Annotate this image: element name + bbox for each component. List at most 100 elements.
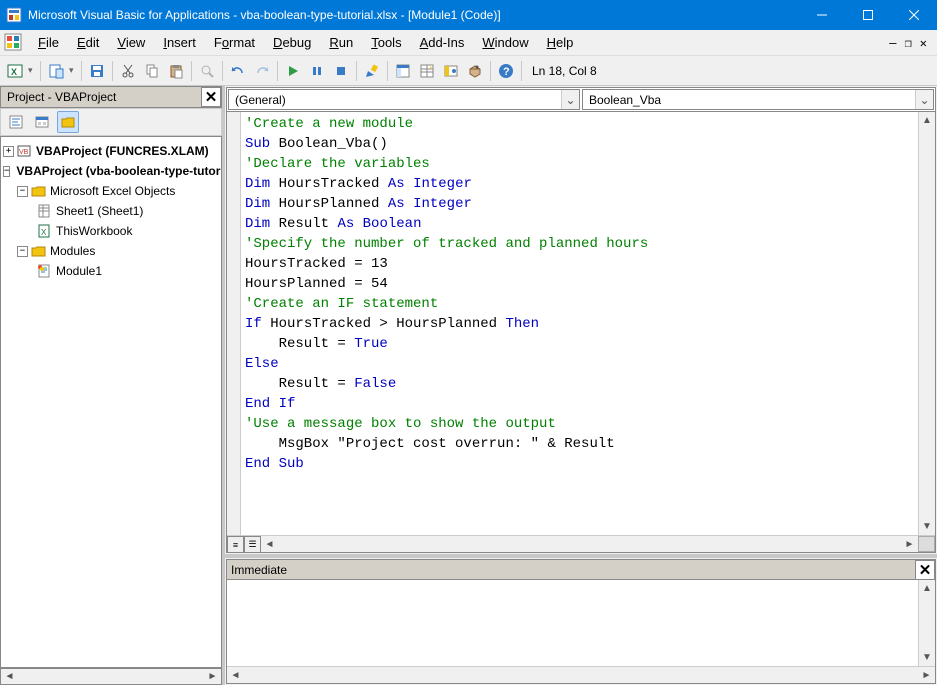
break-button[interactable] (306, 60, 328, 82)
undo-button[interactable] (227, 60, 249, 82)
object-selector[interactable]: (General) ⌄ (228, 89, 580, 110)
view-code-button[interactable] (5, 111, 27, 133)
save-button[interactable] (86, 60, 108, 82)
insert-module-button[interactable] (45, 60, 67, 82)
immediate-window: Immediate ✕ ▲ ▼ ◄ ► (226, 559, 936, 684)
mdi-close-button[interactable]: ✕ (920, 36, 927, 50)
code-editor[interactable]: 'Create a new module Sub Boolean_Vba() '… (241, 112, 918, 535)
design-mode-button[interactable] (361, 60, 383, 82)
mdi-area: (General) ⌄ Boolean_Vba ⌄ 'Create a new … (225, 86, 937, 685)
scroll-right-icon[interactable]: ► (204, 671, 221, 682)
view-object-button[interactable] (31, 111, 53, 133)
collapse-icon[interactable]: − (17, 186, 28, 197)
tree-node-funcres[interactable]: + VB VBAProject (FUNCRES.XLAM) (3, 141, 219, 161)
immediate-v-scrollbar[interactable]: ▲ ▼ (918, 580, 935, 666)
tree-node-vba-boolean[interactable]: − VB VBAProject (vba-boolean-type-tutori… (3, 161, 219, 181)
tree-node-sheet1[interactable]: Sheet1 (Sheet1) (3, 201, 219, 221)
title-bar: Microsoft Visual Basic for Applications … (0, 0, 937, 30)
toggle-folders-button[interactable] (57, 111, 79, 133)
menu-debug[interactable]: Debug (265, 33, 319, 52)
dropdown-icon[interactable]: ▾ (69, 65, 77, 76)
procedure-selector[interactable]: Boolean_Vba ⌄ (582, 89, 934, 110)
folder-icon (31, 244, 47, 258)
menu-insert[interactable]: Insert (155, 33, 204, 52)
scroll-up-icon[interactable]: ▲ (919, 112, 935, 129)
tree-node-modules[interactable]: − Modules (3, 241, 219, 261)
cursor-position-status: Ln 18, Col 8 (532, 64, 597, 78)
paste-button[interactable] (165, 60, 187, 82)
cut-button[interactable] (117, 60, 139, 82)
menu-bar: FileEditViewInsertFormatDebugRunToolsAdd… (0, 30, 937, 56)
properties-button[interactable] (416, 60, 438, 82)
run-button[interactable] (282, 60, 304, 82)
menu-run[interactable]: Run (321, 33, 361, 52)
tree-label: Module1 (56, 262, 102, 280)
dropdown-icon[interactable]: ▾ (28, 65, 36, 76)
tree-node-thisworkbook[interactable]: X ThisWorkbook (3, 221, 219, 241)
vba-app-icon (6, 7, 22, 23)
mdi-minimize-button[interactable]: — (889, 36, 896, 50)
help-button[interactable]: ? (495, 60, 517, 82)
tree-label: Microsoft Excel Objects (50, 182, 175, 200)
scroll-right-icon[interactable]: ► (918, 667, 935, 683)
maximize-button[interactable] (845, 0, 891, 30)
scroll-right-icon[interactable]: ► (901, 536, 918, 552)
scroll-down-icon[interactable]: ▼ (919, 649, 935, 666)
find-button[interactable] (196, 60, 218, 82)
reset-button[interactable] (330, 60, 352, 82)
folder-icon (31, 184, 47, 198)
menu-file[interactable]: File (30, 33, 67, 52)
menu-help[interactable]: Help (539, 33, 582, 52)
menu-window[interactable]: Window (474, 33, 536, 52)
menu-format[interactable]: Format (206, 33, 263, 52)
project-explorer-title: Project - VBAProject ✕ (0, 86, 222, 108)
view-excel-button[interactable]: X (4, 60, 26, 82)
code-body: 'Create a new module Sub Boolean_Vba() '… (227, 112, 935, 535)
chevron-down-icon[interactable]: ⌄ (561, 90, 579, 109)
immediate-close-button[interactable]: ✕ (915, 560, 935, 580)
full-module-view-button[interactable]: ☰ (244, 536, 261, 553)
workspace: Project - VBAProject ✕ + VB VBAProject (… (0, 86, 937, 685)
project-explorer-close-button[interactable]: ✕ (201, 87, 221, 107)
horizontal-splitter[interactable] (225, 554, 937, 558)
worksheet-icon (37, 204, 53, 218)
minimize-button[interactable] (799, 0, 845, 30)
chevron-down-icon[interactable]: ⌄ (915, 90, 933, 109)
menu-tools[interactable]: Tools (363, 33, 409, 52)
mdi-restore-button[interactable]: ❐ (905, 36, 912, 50)
main-toolbar: X ▾ ▾ ? Ln 18, Col 8 (0, 56, 937, 86)
redo-button[interactable] (251, 60, 273, 82)
code-window: (General) ⌄ Boolean_Vba ⌄ 'Create a new … (226, 87, 936, 553)
collapse-icon[interactable]: − (3, 166, 10, 177)
scroll-left-icon[interactable]: ◄ (1, 671, 18, 682)
expand-icon[interactable]: + (3, 146, 14, 157)
scroll-up-icon[interactable]: ▲ (919, 580, 935, 597)
project-h-scrollbar[interactable]: ◄ ► (0, 668, 222, 685)
object-browser-button[interactable] (440, 60, 462, 82)
project-tree[interactable]: + VB VBAProject (FUNCRES.XLAM) − VB VBAP… (0, 136, 222, 668)
project-explorer-button[interactable] (392, 60, 414, 82)
code-v-scrollbar[interactable]: ▲ ▼ (918, 112, 935, 535)
scroll-down-icon[interactable]: ▼ (919, 518, 935, 535)
collapse-icon[interactable]: − (17, 246, 28, 257)
scroll-left-icon[interactable]: ◄ (227, 667, 244, 683)
procedure-view-button[interactable]: ≡ (227, 536, 244, 553)
tree-node-module1[interactable]: Module1 (3, 261, 219, 281)
scroll-corner (918, 536, 935, 552)
tree-node-excel-objects[interactable]: − Microsoft Excel Objects (3, 181, 219, 201)
close-button[interactable] (891, 0, 937, 30)
window-title: Microsoft Visual Basic for Applications … (28, 8, 799, 22)
mdi-window-controls: — ❐ ✕ (889, 36, 933, 50)
code-h-scrollbar-row: ≡ ☰ ◄ ► (227, 535, 935, 552)
menu-addins[interactable]: Add-Ins (412, 33, 473, 52)
scroll-left-icon[interactable]: ◄ (261, 536, 278, 552)
menu-view[interactable]: View (109, 33, 153, 52)
toolbox-button[interactable] (464, 60, 486, 82)
immediate-h-scrollbar[interactable]: ◄ ► (227, 666, 935, 683)
code-margin[interactable] (227, 112, 241, 535)
copy-button[interactable] (141, 60, 163, 82)
vba-project-icon: VB (17, 144, 33, 158)
immediate-input[interactable] (227, 580, 918, 666)
menu-edit[interactable]: Edit (69, 33, 107, 52)
code-selectors: (General) ⌄ Boolean_Vba ⌄ (227, 88, 935, 112)
